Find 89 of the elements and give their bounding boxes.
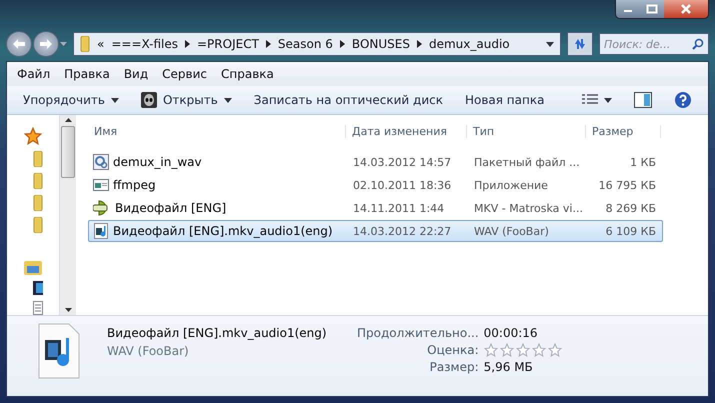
forward-arrow-icon: [40, 39, 52, 50]
refresh-button[interactable]: [567, 32, 593, 56]
file-name: Видеофайл [ENG]: [115, 201, 226, 215]
forward-button[interactable]: [33, 31, 59, 58]
minimize-button[interactable]: [616, 0, 640, 18]
preview-pane-icon: [634, 92, 652, 108]
chevron-icon[interactable]: [340, 40, 345, 48]
property-label: Размер:: [428, 360, 479, 374]
menu-item[interactable]: Сервис: [162, 67, 208, 81]
file-name: ffmpeg: [113, 178, 156, 192]
film-icon[interactable]: [33, 281, 43, 295]
column-header[interactable]: Имя: [88, 124, 346, 138]
type-cell-text: MKV - Matroska vi...: [473, 202, 584, 214]
size-cell-text: 8 269 КБ: [604, 202, 657, 214]
type-cell-text: WAV (FooBar): [473, 224, 550, 238]
column-header[interactable]: Дата изменения: [346, 124, 467, 138]
back-button[interactable]: [6, 31, 32, 58]
folder-icon[interactable]: [33, 195, 43, 211]
date-cell-text: 14.03.2012 22:27: [352, 224, 452, 238]
type-cell-text: Приложение: [473, 178, 549, 192]
maximize-icon: [646, 4, 658, 14]
close-button[interactable]: [664, 0, 708, 18]
caret-icon: [224, 98, 232, 102]
breadcrumb-item[interactable]: «: [97, 37, 104, 52]
property-label: Оценка:: [426, 343, 479, 357]
rating-stars[interactable]: [484, 343, 562, 357]
chevron-icon[interactable]: [266, 40, 271, 48]
size-cell-text: 16 795 КБ: [598, 178, 657, 192]
document-icon[interactable]: [33, 301, 43, 315]
app-window-icon: [93, 177, 109, 193]
file-row[interactable]: Видеофайл [ENG].mkv_audio1(eng) 14.03.2012 22:27 WAV (FooBar) 6 109 КБ: [88, 220, 663, 242]
breadcrumb-item[interactable]: demux_audio: [428, 37, 510, 52]
breadcrumb-item[interactable]: =PROJECT: [197, 37, 259, 52]
folder-icon[interactable]: [33, 173, 43, 189]
star-icon[interactable]: [24, 127, 42, 145]
type-cell-text: Пакетный файл ...: [473, 156, 581, 168]
refresh-icon: [573, 37, 587, 52]
file-name: demux_in_wav: [113, 155, 202, 169]
menu-item[interactable]: Справка: [221, 67, 274, 81]
property-value: 5,96 МБ: [484, 360, 534, 374]
scroll-up-icon[interactable]: [64, 118, 72, 122]
date-cell-text: 02.10.2011 18:36: [352, 178, 452, 192]
back-arrow-icon: [13, 39, 25, 50]
file-type: WAV (FooBar): [107, 344, 190, 358]
menu-item[interactable]: Вид: [124, 67, 148, 81]
alien-icon: [140, 92, 157, 108]
chevron-icon[interactable]: [185, 40, 190, 48]
file-name: Видеофайл [ENG].mkv_audio1(eng): [113, 224, 333, 238]
caret-icon[interactable]: [60, 42, 67, 46]
search-field[interactable]: Поиск: de...: [599, 33, 709, 56]
menu-item[interactable]: Правка: [64, 67, 110, 81]
close-icon: [680, 4, 692, 14]
scroll-thumb[interactable]: [61, 126, 75, 178]
audio-file-icon: [93, 223, 109, 239]
column-header[interactable]: Размер: [586, 124, 661, 138]
menu-item[interactable]: Файл: [17, 67, 50, 81]
breadcrumb-item[interactable]: BONUSES: [352, 37, 410, 52]
breadcrumb-item[interactable]: Season 6: [278, 37, 333, 52]
toolbar-button[interactable]: Записать на оптический диск: [246, 90, 451, 110]
breadcrumb-item[interactable]: ===X-files: [111, 37, 178, 52]
date-cell-text: 14.03.2012 14:57: [352, 156, 452, 168]
toolbar-button[interactable]: Новая папка: [456, 90, 552, 110]
maximize-button[interactable]: [640, 0, 664, 18]
column-header[interactable]: Тип: [467, 124, 586, 138]
library-icon[interactable]: [24, 259, 42, 275]
size-cell-text: 6 109 КБ: [604, 224, 657, 238]
size-cell-text: 1 КБ: [629, 156, 657, 168]
scroll-down-icon[interactable]: [64, 308, 72, 312]
folder-icon[interactable]: [33, 217, 43, 233]
caret-icon: [110, 98, 119, 102]
property-label: Продолжительно...: [357, 326, 479, 340]
caret-icon: [546, 42, 554, 47]
search-icon: [692, 38, 704, 50]
list-view-icon: [582, 94, 598, 106]
organize-button[interactable]: Упорядочить: [15, 90, 127, 110]
date-cell-text: 14.11.2011 1:44: [352, 202, 446, 214]
folder-icon[interactable]: [33, 151, 43, 167]
caret-icon: [604, 98, 612, 102]
gear-file-icon: [93, 154, 109, 170]
help-icon: [674, 91, 692, 109]
open-button[interactable]: Открыть: [132, 89, 240, 111]
scrollbar[interactable]: [60, 115, 76, 315]
address-bar[interactable]: « ===X-files =PROJECT Season 6 BONUSES demux_audio: [73, 32, 561, 56]
file-row[interactable]: demux_in_wav 14.03.2012 14:57 Пакетный файл ... 1 КБ: [88, 151, 663, 173]
file-row[interactable]: ffmpeg 02.10.2011 18:36 Приложение 16 795 КБ: [88, 174, 663, 196]
property-value: 00:00:16: [484, 326, 539, 340]
audio-file-icon: [37, 322, 81, 380]
chevron-icon[interactable]: [416, 40, 422, 48]
file-row[interactable]: Видеофайл [ENG] 14.11.2011 1:44 MKV - Matroska vi... 8 269 КБ: [88, 197, 663, 219]
